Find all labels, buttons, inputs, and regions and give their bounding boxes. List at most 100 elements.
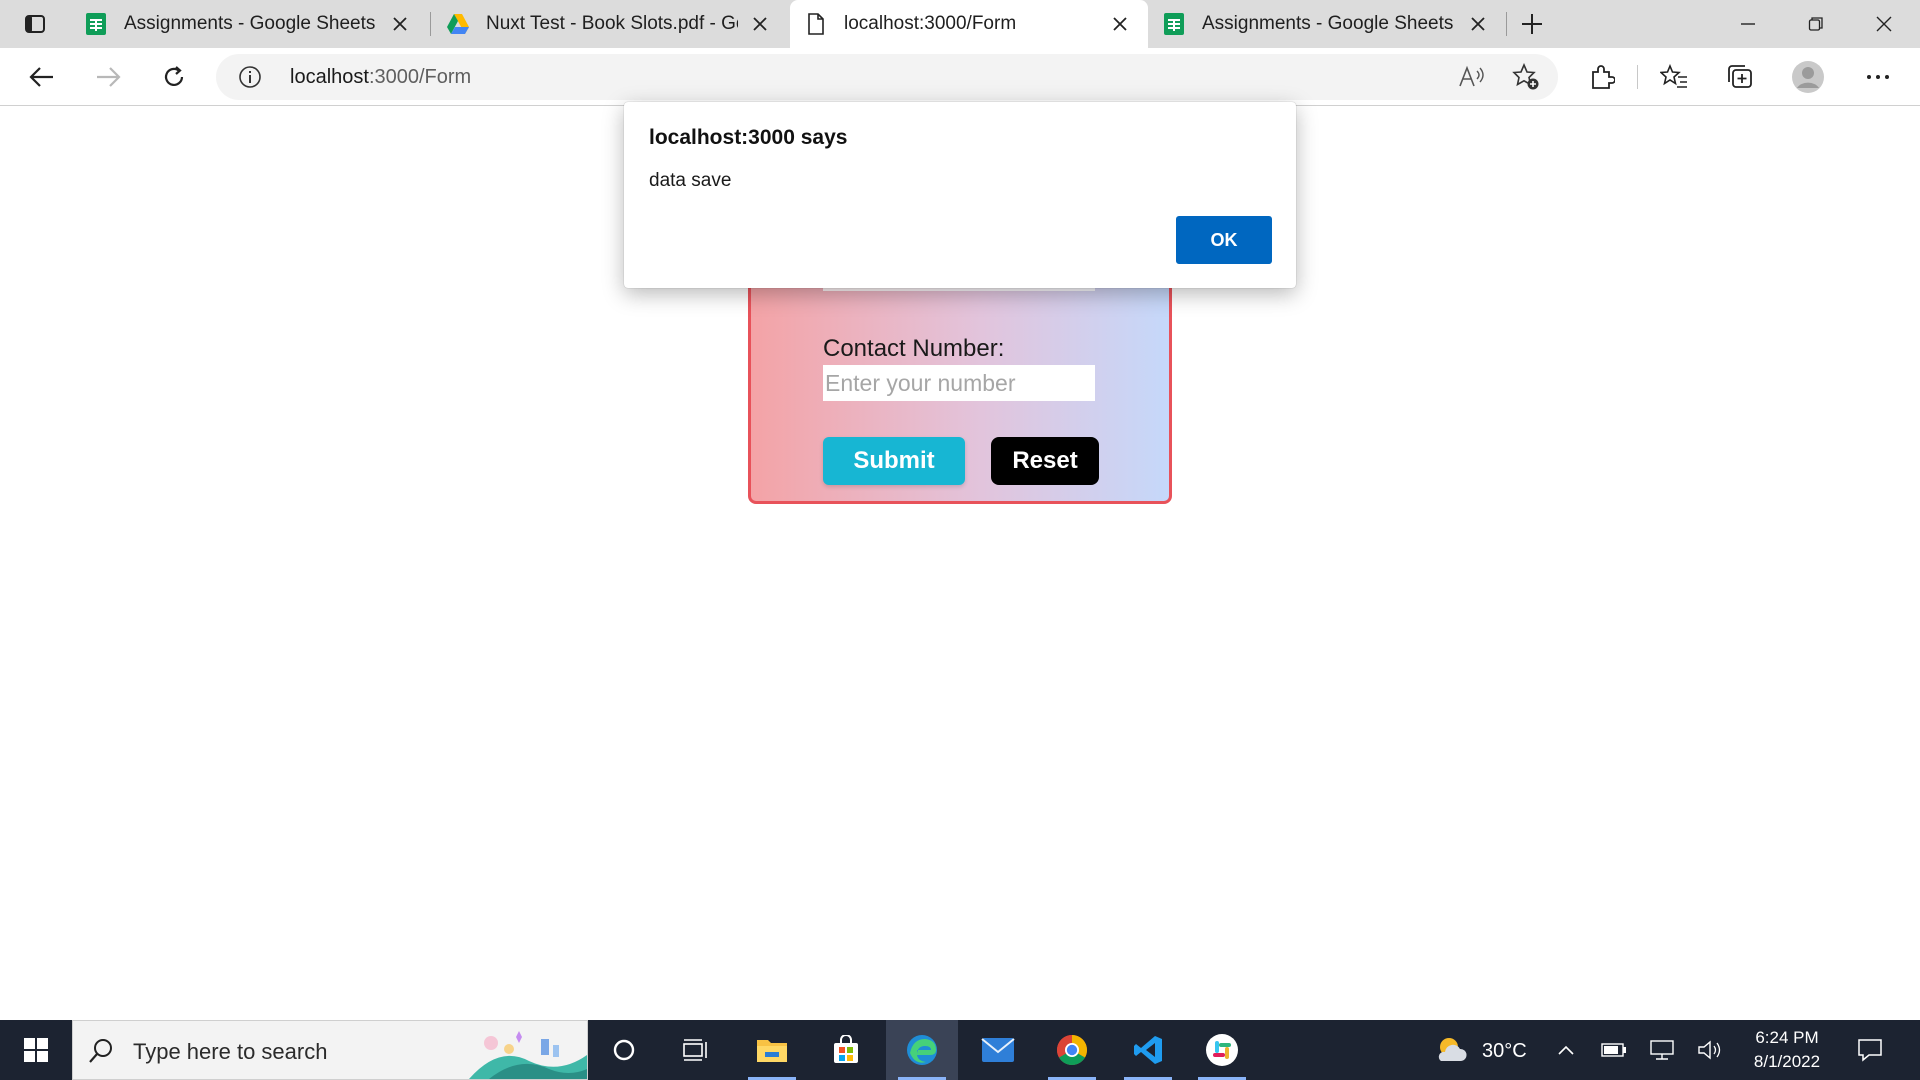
slack-button[interactable]	[1186, 1020, 1258, 1080]
vscode-button[interactable]	[1112, 1020, 1184, 1080]
submit-button[interactable]: Submit	[823, 437, 965, 485]
plus-icon	[1522, 14, 1542, 34]
slack-icon	[1206, 1034, 1238, 1066]
battery-status[interactable]	[1596, 1020, 1632, 1080]
windows-taskbar: Type here to search 30°C 6:24 PM 8/1/202…	[0, 1020, 1920, 1080]
tab-separator	[430, 12, 431, 36]
collections-icon	[1728, 65, 1752, 88]
add-favorite-button[interactable]	[1508, 63, 1544, 91]
file-explorer-button[interactable]	[736, 1020, 808, 1080]
tab-assignments-sheets-1[interactable]: Assignments - Google Sheets	[70, 0, 428, 48]
restore-button[interactable]	[1782, 0, 1850, 48]
minimize-icon	[1741, 23, 1755, 25]
forward-arrow-icon	[97, 67, 121, 87]
puzzle-icon	[1592, 65, 1615, 89]
dialog-ok-button[interactable]: OK	[1176, 216, 1272, 264]
close-tab-icon[interactable]	[746, 10, 774, 38]
search-placeholder: Type here to search	[133, 1039, 328, 1064]
system-clock[interactable]: 6:24 PM 8/1/2022	[1742, 1026, 1832, 1074]
tab-title: localhost:3000/Form	[844, 13, 1017, 34]
google-sheets-icon	[84, 12, 108, 36]
volume-control[interactable]	[1692, 1020, 1728, 1080]
refresh-button[interactable]	[154, 57, 194, 97]
read-aloud-button[interactable]	[1454, 63, 1490, 91]
weather-temperature[interactable]: 30°C	[1482, 1040, 1527, 1063]
speaker-icon	[1698, 1040, 1721, 1060]
file-explorer-icon	[757, 1040, 787, 1062]
contact-number-label: Contact Number:	[823, 335, 1005, 362]
favorites-button[interactable]	[1654, 57, 1694, 97]
reset-button[interactable]: Reset	[991, 437, 1099, 485]
network-status[interactable]	[1644, 1020, 1680, 1080]
page-icon	[804, 12, 828, 36]
battery-icon	[1601, 1043, 1626, 1057]
favorites-list-icon	[1660, 64, 1687, 88]
back-button[interactable]	[22, 57, 62, 97]
close-tab-icon[interactable]	[1106, 10, 1134, 38]
close-tab-icon[interactable]	[1464, 10, 1492, 38]
partly-cloudy-icon	[1438, 1038, 1467, 1061]
minimize-button[interactable]	[1714, 0, 1782, 48]
tab-title: Nuxt Test - Book Slots.pdf - Goo	[486, 13, 738, 34]
mail-button[interactable]	[962, 1020, 1034, 1080]
taskbar-search-box[interactable]: Type here to search	[72, 1020, 588, 1080]
edge-icon	[907, 1035, 937, 1065]
more-horizontal-icon	[1867, 75, 1889, 79]
contact-number-input[interactable]	[823, 365, 1095, 401]
chrome-icon	[1056, 1035, 1088, 1066]
dialog-title: localhost:3000 says	[649, 126, 848, 149]
tab-separator	[1506, 12, 1507, 36]
task-view-icon	[683, 1039, 707, 1061]
url-text[interactable]: localhost:3000/Form	[290, 66, 471, 89]
read-aloud-icon	[1459, 65, 1484, 87]
collections-button[interactable]	[1720, 57, 1760, 97]
weather-widget[interactable]	[1430, 1020, 1474, 1080]
search-highlight-illustration	[469, 1031, 587, 1079]
site-info-icon[interactable]	[238, 65, 262, 89]
forward-button[interactable]	[88, 57, 128, 97]
tab-title: Assignments - Google Sheets	[124, 13, 376, 34]
tab-nuxt-test-pdf[interactable]: Nuxt Test - Book Slots.pdf - Goo	[432, 0, 788, 48]
refresh-icon	[164, 66, 184, 86]
show-hidden-icons-button[interactable]	[1548, 1020, 1584, 1080]
edge-button[interactable]	[886, 1020, 958, 1080]
clock-date: 8/1/2022	[1753, 1052, 1821, 1071]
url-host: localhost	[290, 66, 369, 88]
url-path: :3000/Form	[368, 66, 472, 88]
task-view-button[interactable]	[660, 1020, 732, 1080]
back-arrow-icon	[29, 67, 53, 87]
tab-title: Assignments - Google Sheets	[1202, 13, 1454, 34]
extensions-button[interactable]	[1582, 57, 1622, 97]
close-tab-icon[interactable]	[386, 10, 414, 38]
restore-icon	[1808, 17, 1823, 31]
clock-time: 6:24 PM	[1755, 1028, 1819, 1047]
tab-localhost-form[interactable]: localhost:3000/Form	[790, 0, 1148, 48]
alert-dialog: localhost:3000 says data save OK	[624, 102, 1296, 288]
tab-strip: Assignments - Google Sheets Nuxt Test - …	[0, 0, 1920, 48]
notification-center-button[interactable]	[1850, 1020, 1890, 1080]
star-add-icon	[1512, 63, 1539, 90]
settings-menu-button[interactable]	[1858, 57, 1898, 97]
chrome-button[interactable]	[1036, 1020, 1108, 1080]
notification-icon	[1858, 1039, 1882, 1062]
dialog-message: data save	[649, 170, 732, 191]
network-icon	[1650, 1040, 1674, 1060]
cortana-icon	[613, 1039, 635, 1061]
new-tab-button[interactable]	[1514, 8, 1550, 40]
toolbar-separator	[1637, 65, 1638, 89]
tab-assignments-sheets-2[interactable]: Assignments - Google Sheets	[1148, 0, 1506, 48]
google-drive-icon	[446, 12, 470, 36]
avatar-icon	[1792, 61, 1824, 93]
tab-actions-button[interactable]	[12, 6, 58, 42]
start-button[interactable]	[0, 1020, 72, 1080]
address-bar[interactable]: localhost:3000/Form	[216, 54, 1558, 100]
mail-icon	[981, 1038, 1015, 1062]
cortana-button[interactable]	[588, 1020, 660, 1080]
microsoft-store-button[interactable]	[810, 1020, 882, 1080]
profile-button[interactable]	[1788, 57, 1828, 97]
chevron-up-icon	[1558, 1045, 1574, 1055]
close-window-button[interactable]	[1850, 0, 1918, 48]
browser-toolbar: localhost:3000/Form	[0, 48, 1920, 106]
search-icon	[89, 1039, 112, 1063]
microsoft-store-icon	[834, 1035, 858, 1063]
